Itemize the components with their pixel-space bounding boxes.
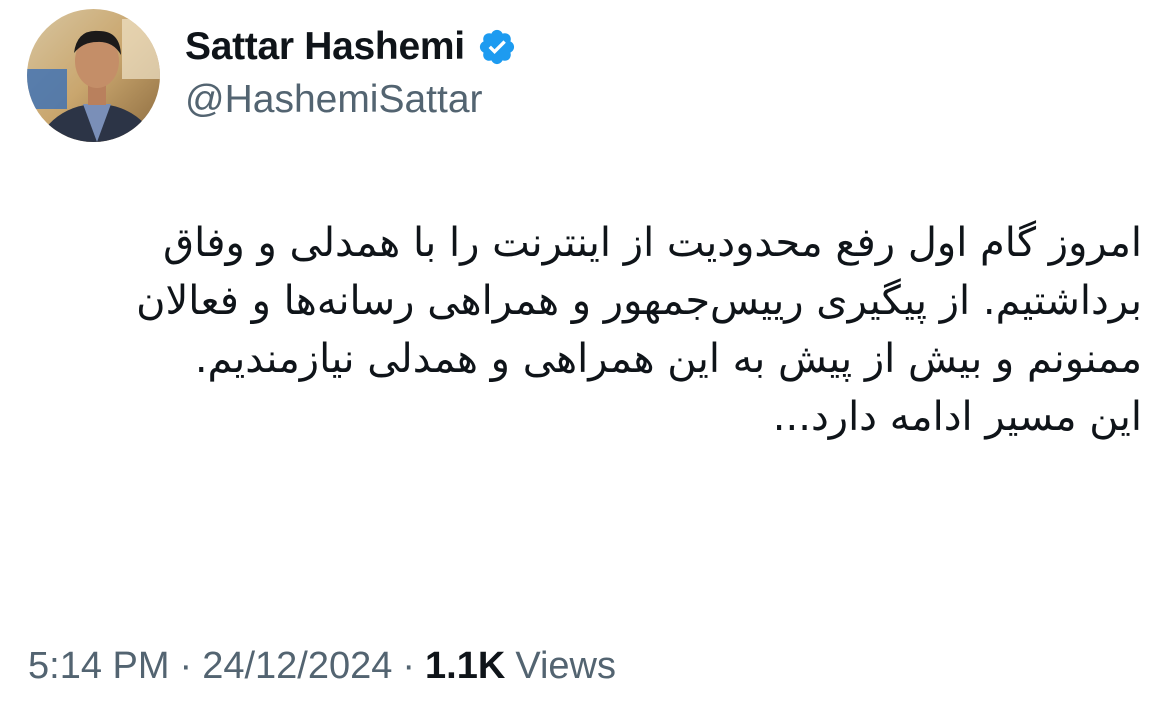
user-handle[interactable]: @HashemiSattar [185, 78, 483, 122]
tweet-paragraph: امروز گام اول رفع محدودیت از اینترنت را … [136, 220, 1142, 382]
author-name-row: Sattar Hashemi [185, 22, 517, 72]
tweet-date[interactable]: 24/12/2024 [202, 645, 392, 688]
avatar[interactable] [27, 9, 160, 142]
profile-photo-icon [27, 9, 160, 142]
views-count: 1.1K [425, 644, 506, 687]
tweet-meta: 5:14 PM · 24/12/2024 · 1.1K Views [28, 640, 616, 692]
views-label: Views [515, 644, 616, 687]
meta-separator: · [402, 644, 416, 687]
tweet-paragraph: این مسیر ادامه دارد... [772, 394, 1142, 440]
verified-badge-icon[interactable] [477, 27, 517, 67]
tweet-text: امروز گام اول رفع محدودیت از اینترنت را … [22, 214, 1142, 446]
tweet-time[interactable]: 5:14 PM [28, 645, 170, 688]
meta-separator: · [179, 644, 193, 687]
display-name[interactable]: Sattar Hashemi [185, 25, 465, 69]
